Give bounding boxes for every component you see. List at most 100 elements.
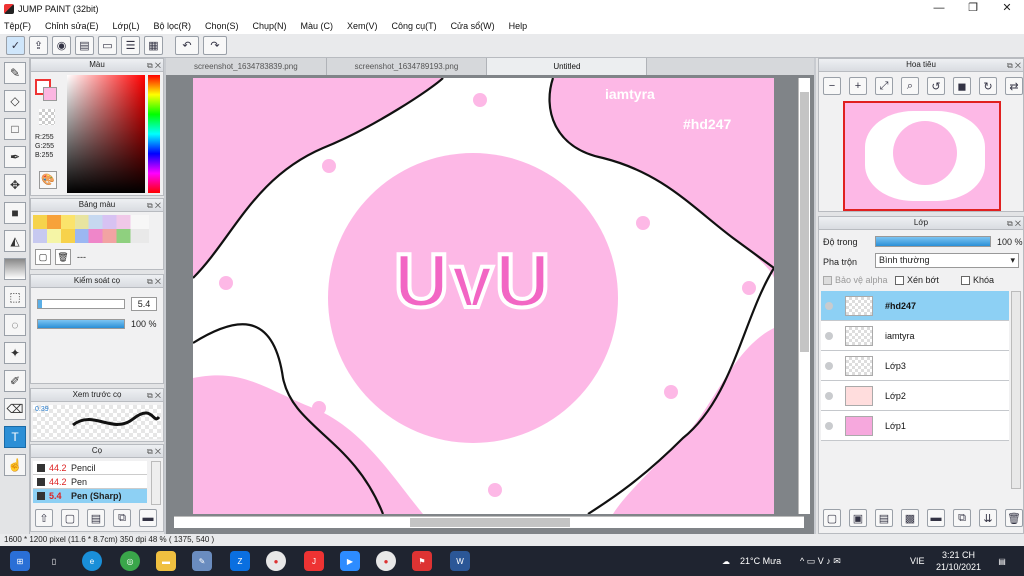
menu-window[interactable]: Cửa sổ(W)	[451, 21, 495, 31]
blend-mode-select[interactable]: Bình thường ▾	[875, 253, 1019, 268]
copy-brush-icon[interactable]: ⧉	[113, 509, 131, 527]
drawing-canvas[interactable]: UvU iamtyra #hd247	[193, 78, 774, 514]
merge-layer-icon[interactable]: ⇊	[979, 509, 997, 527]
redo-icon[interactable]: ↷	[203, 36, 227, 55]
select-pen-icon[interactable]: ✐	[4, 370, 26, 392]
close-button[interactable]: ✕	[990, 0, 1024, 17]
halftone-layer-icon[interactable]: ▩	[901, 509, 919, 527]
zoom-out-icon[interactable]: −	[823, 77, 841, 95]
list-icon[interactable]: ☰	[121, 36, 140, 55]
brush-list-scrollbar[interactable]	[151, 461, 161, 505]
chrome-icon-2[interactable]: ●	[376, 551, 396, 571]
brush-size-slider[interactable]	[37, 299, 125, 309]
menu-help[interactable]: Help	[509, 21, 528, 31]
brush-settings-icon[interactable]: ▤	[87, 509, 105, 527]
reset-view-icon[interactable]: ◼	[953, 77, 971, 95]
menu-file[interactable]: Tệp(F)	[4, 21, 31, 31]
maximize-button[interactable]: ❐	[956, 0, 990, 17]
saturation-value-field[interactable]	[67, 75, 145, 193]
layer-row[interactable]: Lớp1	[821, 411, 1009, 441]
file-explorer-icon[interactable]: ▬	[156, 551, 176, 571]
layer-row[interactable]: Lớp3	[821, 351, 1009, 381]
message-icon[interactable]: ▤	[75, 36, 94, 55]
word-icon[interactable]: W	[450, 551, 470, 571]
edge-icon[interactable]: e	[82, 551, 102, 571]
new-text-layer-icon[interactable]: ▤	[875, 509, 893, 527]
check-icon[interactable]: ✓	[6, 36, 25, 55]
horizontal-scrollbar[interactable]	[174, 516, 804, 528]
new-palette-icon[interactable]: ▢	[35, 249, 51, 265]
new-raster-layer-icon[interactable]: ▣	[849, 509, 867, 527]
brush-item-pen[interactable]: 44.2 Pen	[33, 475, 147, 489]
menu-view[interactable]: Xem(V)	[347, 21, 378, 31]
app-icon-blue[interactable]: ✎	[192, 551, 212, 571]
menu-layer[interactable]: Lớp(L)	[113, 21, 140, 31]
notification-icon[interactable]: ▤	[992, 551, 1012, 571]
zoom-icon[interactable]: ▶	[340, 551, 360, 571]
text-tool-icon[interactable]: T	[4, 426, 26, 448]
app-icon-green[interactable]: ◎	[120, 551, 140, 571]
tab-untitled[interactable]: Untitled	[487, 58, 648, 75]
document-icon[interactable]: ▭	[98, 36, 117, 55]
folder-layer-icon[interactable]: ▬	[927, 509, 945, 527]
layer-row[interactable]: #hd247	[821, 291, 1009, 321]
brush-opacity-slider[interactable]	[37, 319, 125, 329]
menu-tools[interactable]: Công cụ(T)	[392, 21, 437, 31]
menu-filter[interactable]: Bộ lọc(R)	[153, 21, 191, 31]
undo-icon[interactable]: ↶	[175, 36, 199, 55]
rotate-right-icon[interactable]: ↻	[979, 77, 997, 95]
tray-icons[interactable]: ^ ▭ V ♪ ✉	[800, 556, 841, 567]
bucket-tool-icon[interactable]: ◭	[4, 230, 26, 252]
transparent-swatch[interactable]	[39, 109, 55, 125]
brush-item-pen-sharp[interactable]: 5.4 Pen (Sharp)	[33, 489, 147, 503]
minimize-button[interactable]: —	[922, 0, 956, 17]
zoom-search-icon[interactable]: ⌕	[901, 77, 919, 95]
rotate-left-icon[interactable]: ↺	[927, 77, 945, 95]
menu-select[interactable]: Chọn(S)	[205, 21, 239, 31]
lasso-tool-icon[interactable]: ◌	[4, 314, 26, 336]
navigator-thumbnail[interactable]	[843, 101, 1001, 211]
brush-tool-icon[interactable]: ✎	[4, 62, 26, 84]
eraser-tool-icon[interactable]: ◇	[4, 90, 26, 112]
fit-window-icon[interactable]: ⤢	[875, 77, 893, 95]
select-eraser-icon[interactable]: ⌫	[4, 398, 26, 420]
duplicate-layer-icon[interactable]: ⧉	[953, 509, 971, 527]
move-tool-icon[interactable]: ✥	[4, 174, 26, 196]
magic-wand-icon[interactable]: ✦	[4, 342, 26, 364]
layer-row[interactable]: Lớp2	[821, 381, 1009, 411]
upload-icon[interactable]: ⇧	[35, 509, 53, 527]
app-icon-red[interactable]: ⚑	[412, 551, 432, 571]
rect-select-icon[interactable]: ⬚	[4, 286, 26, 308]
chrome-icon[interactable]: ●	[266, 551, 286, 571]
brush-item-pencil[interactable]: 44.2 Pencil	[33, 461, 147, 475]
hue-slider[interactable]	[148, 75, 160, 193]
grid-icon[interactable]: ▦	[144, 36, 163, 55]
lock-option[interactable]: Khóa	[961, 275, 994, 285]
new-brush-icon[interactable]: ▢	[61, 509, 79, 527]
pen-tool-icon[interactable]: ✒	[4, 146, 26, 168]
trash-icon[interactable]: 🗑	[55, 249, 71, 265]
jump-paint-icon[interactable]: J	[304, 551, 324, 571]
menu-capture[interactable]: Chụp(N)	[253, 21, 287, 31]
zalo-icon[interactable]: Z	[230, 551, 250, 571]
windows-start-icon[interactable]: ⊞	[10, 551, 30, 571]
folder-icon[interactable]: ▬	[139, 509, 157, 527]
hand-tool-icon[interactable]: ☝	[4, 454, 26, 476]
clock-time[interactable]: 3:21 CH	[942, 550, 975, 560]
palette-icon[interactable]: 🎨	[39, 171, 57, 189]
speech-bubble-icon[interactable]: ◉	[52, 36, 71, 55]
language-indicator[interactable]: VIE	[910, 556, 925, 566]
layers-scrollbar[interactable]	[1011, 291, 1021, 489]
vertical-scrollbar[interactable]	[798, 78, 810, 514]
export-icon[interactable]: ⇪	[29, 36, 48, 55]
background-color-swatch[interactable]	[43, 87, 57, 101]
fill-rect-tool-icon[interactable]: ■	[4, 202, 26, 224]
tab-screenshot-2[interactable]: screenshot_1634789193.png	[326, 58, 488, 75]
menu-edit[interactable]: Chỉnh sửa(E)	[45, 21, 99, 31]
palette-swatches[interactable]	[33, 215, 149, 243]
gradient-tool-icon[interactable]	[4, 258, 26, 280]
layer-row[interactable]: iamtyra	[821, 321, 1009, 351]
zoom-in-icon[interactable]: +	[849, 77, 867, 95]
layer-opacity-slider[interactable]	[875, 236, 991, 247]
flip-icon[interactable]: ⇄	[1005, 77, 1023, 95]
